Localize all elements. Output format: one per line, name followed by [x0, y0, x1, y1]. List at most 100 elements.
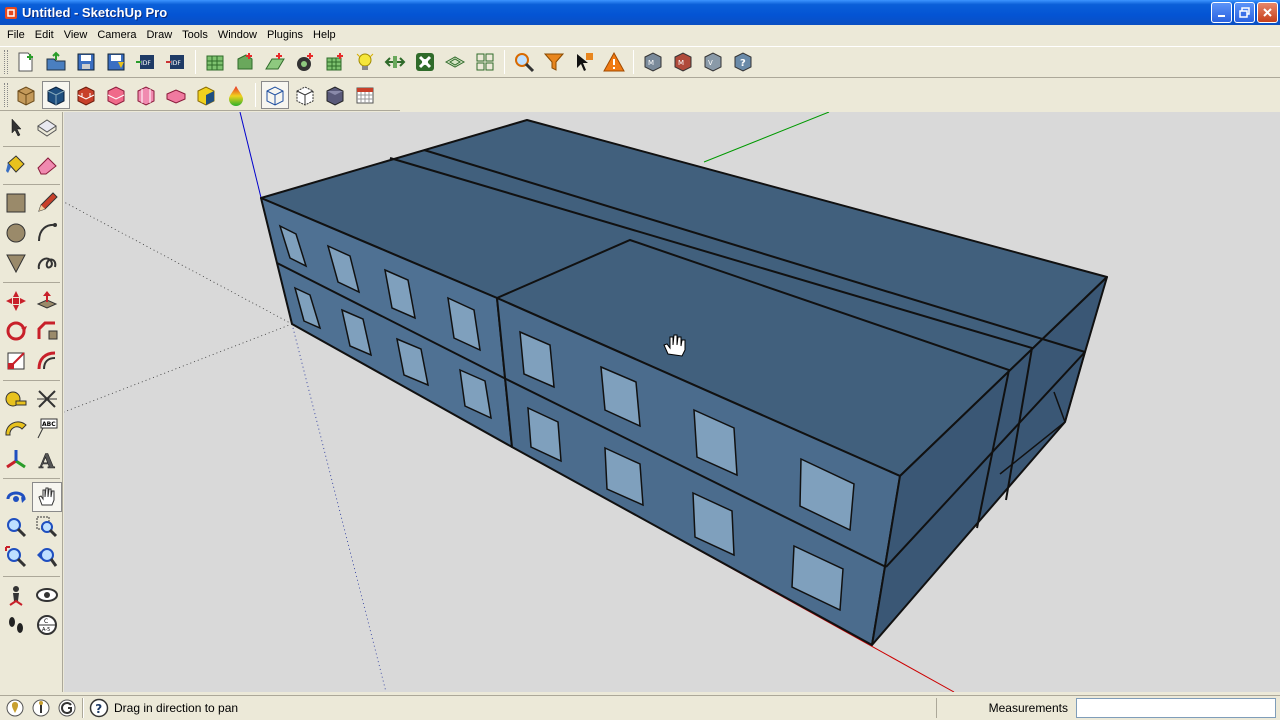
credits-button[interactable]	[30, 697, 52, 719]
circle-tool[interactable]	[1, 218, 31, 248]
measurements-input[interactable]	[1076, 698, 1276, 718]
position-camera-tool[interactable]	[1, 580, 31, 610]
filter-button[interactable]	[540, 48, 568, 76]
protractor-tool[interactable]	[1, 414, 31, 444]
sketchup-window: Untitled - SketchUp Pro File Edit View C…	[0, 0, 1280, 720]
orbit-icon	[6, 491, 26, 503]
close-button[interactable]	[1257, 2, 1278, 23]
render-mode-1-icon: M	[644, 52, 662, 72]
zoom-window-tool[interactable]	[32, 512, 62, 542]
add-zone-button[interactable]	[231, 48, 259, 76]
minimize-button[interactable]	[1211, 2, 1232, 23]
menu-draw[interactable]: Draw	[141, 25, 177, 45]
save-template-button[interactable]	[102, 48, 130, 76]
menu-camera[interactable]: Camera	[92, 25, 141, 45]
pencil-tool[interactable]	[32, 188, 62, 218]
new-file-button[interactable]	[12, 48, 40, 76]
menu-help[interactable]: Help	[308, 25, 341, 45]
freehand-tool[interactable]	[32, 248, 62, 278]
render-mode-3-button[interactable]: V	[699, 48, 727, 76]
top-view-button[interactable]	[42, 80, 70, 109]
search-button[interactable]	[510, 48, 538, 76]
eraser-tool[interactable]	[32, 150, 62, 180]
dimension-tool[interactable]	[32, 384, 62, 414]
look-around-tool[interactable]	[32, 580, 62, 610]
menu-plugins[interactable]: Plugins	[262, 25, 308, 45]
wireframe-button[interactable]	[261, 80, 289, 109]
tape-measure-tool[interactable]	[1, 384, 31, 414]
axes-tool[interactable]	[1, 444, 31, 474]
bottom-view-button[interactable]	[192, 81, 220, 109]
menu-view[interactable]: View	[59, 25, 93, 45]
idf-import-button[interactable]: IDF	[162, 48, 190, 76]
polygon-tool[interactable]	[1, 248, 31, 278]
idf-export-button[interactable]: IDF	[132, 48, 160, 76]
building-model[interactable]	[260, 119, 1108, 646]
shaded-button[interactable]	[321, 81, 349, 109]
zoom-tool[interactable]	[1, 512, 31, 542]
component-tool[interactable]	[32, 112, 62, 142]
pan-icon	[38, 487, 55, 506]
restore-button[interactable]	[1234, 2, 1255, 23]
paint-bucket-tool[interactable]	[1, 150, 31, 180]
push-pull-tool[interactable]	[32, 286, 62, 316]
add-light-button[interactable]	[351, 48, 379, 76]
toolbar-grip[interactable]	[4, 50, 8, 74]
construction-button[interactable]	[411, 48, 439, 76]
warning-button[interactable]	[600, 48, 628, 76]
text-tool[interactable]: ABC	[32, 414, 62, 444]
menu-window[interactable]: Window	[213, 25, 262, 45]
save-button[interactable]	[72, 48, 100, 76]
instructor-button[interactable]: ?	[88, 697, 110, 719]
openstudio-toolbar: IDF IDF M M V ?	[0, 46, 1280, 78]
xray-button[interactable]	[291, 81, 319, 109]
offset-tool[interactable]	[32, 346, 62, 376]
front-view-button[interactable]	[72, 81, 100, 109]
menu-edit[interactable]: Edit	[30, 25, 59, 45]
pan-tool[interactable]	[32, 482, 62, 512]
rectangle-tool[interactable]	[1, 188, 31, 218]
scale-tool[interactable]	[1, 346, 31, 376]
model-viewport[interactable]	[64, 112, 1280, 692]
surface-match-icon	[384, 56, 406, 68]
open-file-button[interactable]	[42, 48, 70, 76]
select-info-button[interactable]	[570, 48, 598, 76]
geo-location-button[interactable]	[4, 697, 26, 719]
zoom-extents-tool[interactable]	[1, 542, 31, 572]
menu-file[interactable]: File	[2, 25, 30, 45]
render-mode-1-button[interactable]: M	[639, 48, 667, 76]
account-button[interactable]	[56, 697, 78, 719]
color-by-button[interactable]	[222, 81, 250, 109]
move-tool[interactable]	[1, 286, 31, 316]
3d-text-tool[interactable]: A	[32, 444, 62, 474]
layout-button[interactable]	[471, 48, 499, 76]
add-space-button[interactable]	[291, 48, 319, 76]
orbit-tool[interactable]	[1, 482, 31, 512]
select-info-icon	[577, 53, 593, 71]
rotate-tool[interactable]	[1, 316, 31, 346]
surface-match-button[interactable]	[381, 48, 409, 76]
follow-me-tool[interactable]	[32, 316, 62, 346]
schedule-button[interactable]	[351, 81, 379, 109]
walk-tool[interactable]	[1, 610, 31, 640]
shading-button[interactable]	[441, 48, 469, 76]
previous-view-tool[interactable]	[32, 542, 62, 572]
select-tool[interactable]	[1, 112, 31, 142]
add-surface-button[interactable]	[261, 48, 289, 76]
zone-grid-button[interactable]	[201, 48, 229, 76]
arc-tool[interactable]	[32, 218, 62, 248]
back-view-button[interactable]	[132, 81, 160, 109]
menu-tools[interactable]: Tools	[177, 25, 213, 45]
toolbar-grip[interactable]	[4, 82, 8, 107]
right-view-button[interactable]	[102, 81, 130, 109]
model-scene[interactable]	[64, 112, 1280, 692]
left-view-button[interactable]	[162, 81, 190, 109]
section-plane-tool[interactable]: C A-5	[32, 610, 62, 640]
tape-measure-icon	[5, 391, 27, 407]
iso-view-button[interactable]	[12, 81, 40, 109]
box-icon	[17, 85, 35, 106]
open-file-icon	[46, 51, 66, 71]
help-button[interactable]: ?	[729, 48, 757, 76]
render-mode-2-button[interactable]: M	[669, 48, 697, 76]
add-subsurface-button[interactable]	[321, 48, 349, 76]
